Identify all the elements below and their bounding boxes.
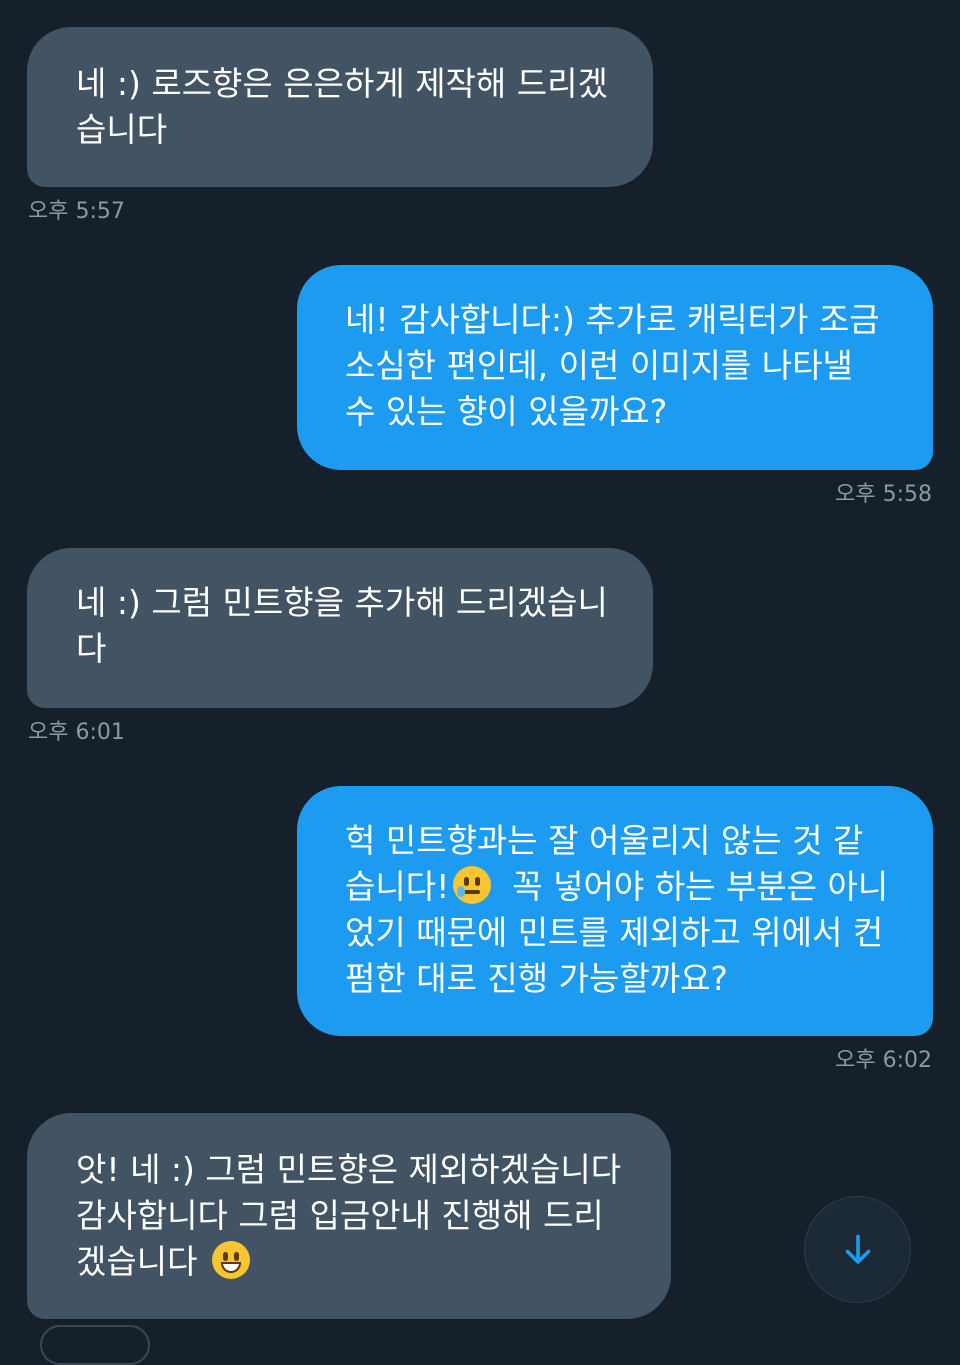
message-text-line-with-emoji: 겠습니다 bbox=[76, 1239, 671, 1285]
message-bubble-sent[interactable]: 헉 민트향과는 잘 어울리지 않는 것 같 습니다! 꼭 넣어야 하는 부분은 … bbox=[297, 786, 933, 1036]
arrow-down-icon bbox=[845, 1234, 870, 1264]
message-timestamp: 오후 6:01 bbox=[28, 720, 125, 745]
message-text-line: 소심한 편인데, 이런 이미지를 나타낼 bbox=[345, 346, 853, 385]
message-bubble-received[interactable]: 네 :) 로즈향은 은은하게 제작해 드리겠 습니다 bbox=[27, 27, 653, 187]
message-text-segment: 겠습니다 bbox=[76, 1242, 198, 1281]
message-text-line: 펌한 대로 진행 가능할까요? bbox=[345, 959, 728, 998]
message-timestamp: 오후 6:02 bbox=[835, 1048, 932, 1073]
message-text-line-with-emoji: 습니다! 꼭 넣어야 하는 부분은 아니 bbox=[345, 864, 933, 910]
message-bubble-sent[interactable]: 네! 감사합니다:) 추가로 캐릭터가 조금 소심한 편인데, 이런 이미지를 … bbox=[297, 265, 933, 470]
message-text-line: 네 :) 그럼 민트향을 추가해 드리겠습니 bbox=[76, 583, 608, 622]
scroll-to-bottom-button[interactable] bbox=[804, 1196, 911, 1303]
message-text-line: 네 :) 로즈향은 은은하게 제작해 드리겠 bbox=[76, 64, 608, 103]
message-text-line: 습니다 bbox=[76, 110, 168, 149]
face-holding-back-tears-icon bbox=[453, 866, 492, 904]
message-text-line: 앗! 네 :) 그럼 민트향은 제외하겠습니다 bbox=[76, 1150, 622, 1189]
message-timestamp: 오후 5:58 bbox=[835, 482, 932, 507]
message-text-line: 감사합니다 그럼 입금안내 진행해 드리 bbox=[76, 1196, 604, 1235]
message-text-line: 네! 감사합니다:) 추가로 캐릭터가 조금 bbox=[345, 300, 880, 339]
message-bubble-received[interactable]: 네 :) 그럼 민트향을 추가해 드리겠습니 다 bbox=[27, 548, 653, 708]
grinning-face-icon bbox=[211, 1241, 250, 1279]
next-message-bubble-partial bbox=[40, 1325, 150, 1365]
message-text-segment: 꼭 넣어야 하는 부분은 아니 bbox=[512, 867, 889, 906]
message-timestamp: 오후 5:57 bbox=[28, 199, 125, 224]
message-text-line: 헉 민트향과는 잘 어울리지 않는 것 같 bbox=[345, 821, 864, 860]
message-text-line: 다 bbox=[76, 629, 107, 668]
message-bubble-received[interactable]: 앗! 네 :) 그럼 민트향은 제외하겠습니다 감사합니다 그럼 입금안내 진행… bbox=[27, 1113, 671, 1319]
message-text-line: 었기 때문에 민트를 제외하고 위에서 컨 bbox=[345, 913, 884, 952]
message-text-segment: 습니다! bbox=[345, 867, 450, 906]
message-text-line: 수 있는 향이 있을까요? bbox=[345, 392, 668, 431]
